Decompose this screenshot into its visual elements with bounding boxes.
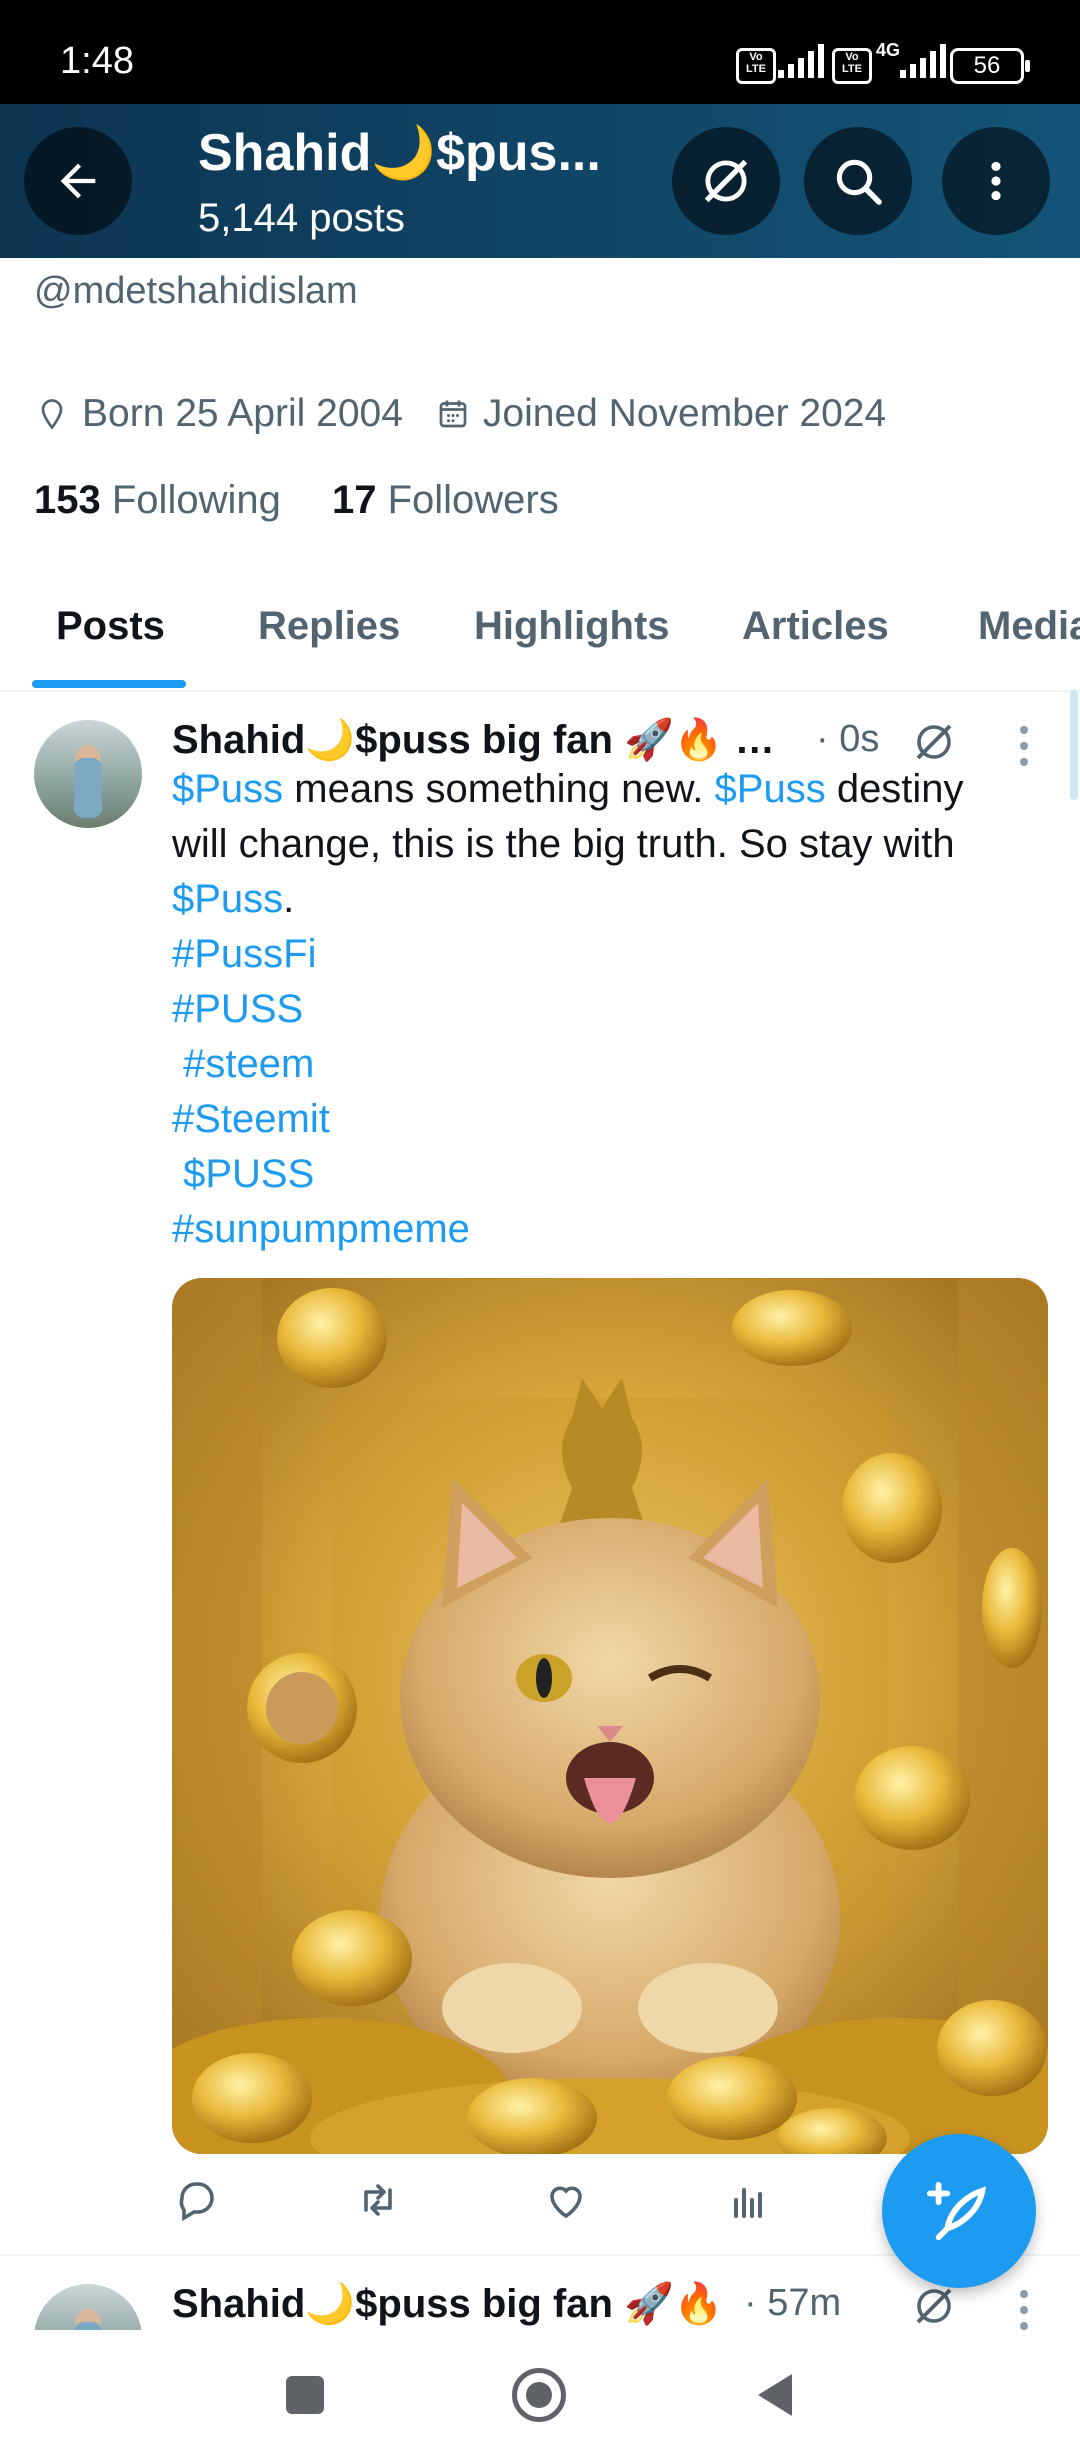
views-icon[interactable] bbox=[724, 2176, 772, 2224]
search-button[interactable] bbox=[804, 127, 912, 235]
back-nav-icon[interactable] bbox=[752, 2370, 796, 2420]
follow-counts: 153 Following 17 Followers bbox=[34, 478, 559, 523]
tab-highlights[interactable]: Highlights bbox=[474, 604, 670, 649]
volte-icon-2: Vo LTE bbox=[832, 48, 872, 84]
grok-icon[interactable] bbox=[910, 2282, 958, 2330]
followers-link[interactable]: 17 Followers bbox=[332, 478, 559, 522]
signal-icon-2 bbox=[900, 42, 946, 78]
home-button[interactable] bbox=[512, 2368, 566, 2422]
home-dot bbox=[526, 2382, 552, 2408]
grok-icon[interactable] bbox=[910, 718, 958, 766]
avatar[interactable] bbox=[34, 720, 142, 828]
tab-posts[interactable]: Posts bbox=[56, 604, 165, 649]
scroll-indicator bbox=[1070, 690, 1078, 800]
like-icon[interactable] bbox=[542, 2176, 590, 2224]
hashtag-link[interactable]: #PUSS bbox=[172, 982, 1032, 1037]
post-time: · 57m bbox=[744, 2282, 842, 2324]
following-link[interactable]: 153 Following bbox=[34, 478, 281, 522]
post-image[interactable] bbox=[172, 1278, 1048, 2154]
post-text: $Puss means something new. $Puss destiny… bbox=[172, 762, 1032, 1257]
location-pin-icon bbox=[41, 399, 63, 430]
battery-icon: 56 bbox=[950, 48, 1030, 84]
followers-label: Followers bbox=[387, 478, 559, 522]
post-author[interactable]: Shahid🌙$puss big fan 🚀🔥 … bbox=[172, 716, 775, 763]
more-vertical-icon bbox=[991, 161, 1001, 201]
post-more-icon[interactable] bbox=[1020, 2290, 1030, 2330]
hashtag-link[interactable]: #steem bbox=[172, 1037, 1032, 1092]
tab-articles[interactable]: Articles bbox=[742, 604, 889, 649]
tab-replies[interactable]: Replies bbox=[258, 604, 400, 649]
grok-button[interactable] bbox=[672, 127, 780, 235]
profile-header: Shahid🌙$pus... 5,144 posts bbox=[0, 104, 1080, 258]
cashtag-link[interactable]: $Puss bbox=[172, 877, 283, 921]
cashtag-link[interactable]: $Puss bbox=[715, 767, 826, 811]
joined-date: Joined November 2024 bbox=[482, 392, 887, 435]
hashtag-link[interactable]: #Steemit bbox=[172, 1092, 1032, 1147]
reply-icon[interactable] bbox=[172, 2176, 220, 2224]
post-time: · 0s bbox=[816, 718, 880, 760]
post-text-segment: destiny bbox=[825, 767, 964, 811]
post-count: 5,144 posts bbox=[198, 196, 405, 240]
profile-handle: @mdetshahidislam bbox=[34, 270, 358, 312]
cashtag-link[interactable]: $Puss bbox=[172, 767, 283, 811]
volte-icon: Vo LTE bbox=[736, 48, 776, 84]
born-date: Born 25 April 2004 bbox=[82, 392, 403, 435]
system-nav-bar bbox=[0, 2330, 1080, 2460]
status-time: 1:48 bbox=[60, 40, 134, 82]
signal-icon bbox=[778, 42, 824, 78]
repost-icon[interactable] bbox=[354, 2176, 402, 2224]
following-label: Following bbox=[111, 478, 281, 522]
post-text-segment: means something new. bbox=[283, 767, 715, 811]
back-button[interactable] bbox=[24, 127, 132, 235]
compose-icon bbox=[926, 2181, 987, 2241]
post-actions bbox=[172, 2176, 992, 2236]
active-tab-indicator bbox=[32, 680, 186, 688]
status-bar: 1:48 Vo LTE Vo LTE 4G 56 bbox=[0, 0, 1080, 104]
network-type: 4G bbox=[876, 40, 901, 60]
calendar-icon bbox=[439, 400, 467, 428]
following-count: 153 bbox=[34, 478, 101, 522]
post-author[interactable]: Shahid🌙$puss big fan 🚀🔥 bbox=[172, 2280, 724, 2327]
hashtag-link[interactable]: #sunpumpmeme bbox=[172, 1202, 1032, 1257]
compose-button[interactable] bbox=[882, 2134, 1036, 2288]
tab-media[interactable]: Media bbox=[978, 604, 1080, 649]
cat-coins-illustration bbox=[172, 1278, 1048, 2154]
back-arrow-icon bbox=[60, 163, 96, 199]
search-icon bbox=[836, 159, 882, 205]
recents-button[interactable] bbox=[286, 2376, 324, 2414]
avatar[interactable] bbox=[34, 2284, 142, 2330]
profile-tabs: Posts Replies Highlights Articles Media bbox=[0, 590, 1080, 692]
hashtag-link[interactable]: #PussFi bbox=[172, 927, 1032, 982]
post-text-segment: will change, this is the big truth. So s… bbox=[172, 822, 955, 866]
post-text-segment: . bbox=[283, 877, 295, 921]
page-title: Shahid🌙$pus... bbox=[198, 124, 601, 182]
more-button[interactable] bbox=[942, 127, 1050, 235]
profile-meta: Born 25 April 2004 Joined November 2024 bbox=[34, 392, 886, 436]
followers-count: 17 bbox=[331, 478, 377, 522]
cashtag-link[interactable]: $PUSS bbox=[172, 1147, 1032, 1202]
grok-icon bbox=[704, 159, 748, 203]
